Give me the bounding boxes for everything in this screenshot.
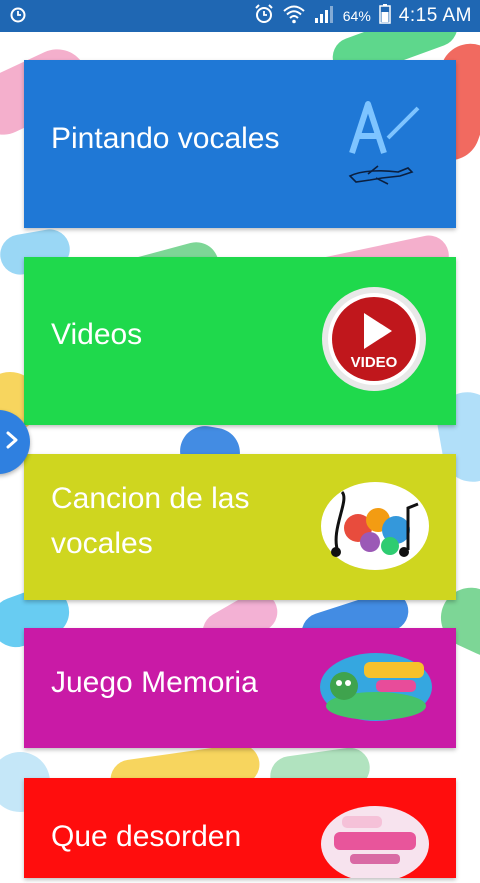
memoria-vocales-logo	[320, 650, 432, 724]
pencil-letter-a-icon	[342, 98, 426, 188]
menu-item-label: Videos	[51, 318, 143, 351]
menu-item-pintando-vocales[interactable]: Pintando vocales	[24, 60, 456, 228]
que-desorden-logo	[320, 804, 430, 882]
video-play-icon: VIDEO	[320, 285, 428, 393]
menu-item-label-line1: Cancion de las	[51, 482, 250, 515]
menu-item-label: Que desorden	[51, 820, 242, 853]
battery-icon	[379, 4, 391, 28]
menu-item-videos[interactable]: Videos VIDEO	[24, 257, 456, 425]
battery-percent: 64%	[342, 8, 371, 24]
menu-item-label: Pintando vocales	[51, 122, 280, 155]
chevron-right-icon	[4, 430, 20, 455]
menu-item-label: Juego Memoria	[51, 666, 258, 699]
menu-item-cancion-de-las-vocales[interactable]: Cancion de las vocales	[24, 454, 456, 600]
video-icon-text: VIDEO	[351, 354, 398, 371]
menu-item-label-line2: vocales	[51, 527, 153, 560]
alarm-icon	[8, 4, 28, 29]
menu-item-juego-memoria[interactable]: Juego Memoria	[24, 628, 456, 748]
status-time: 4:15 AM	[398, 5, 472, 26]
menu-item-que-desorden[interactable]: Que desorden	[24, 778, 456, 882]
music-notes-icon	[320, 480, 430, 572]
alarm-clock-icon	[253, 3, 275, 29]
signal-icon	[313, 4, 335, 28]
wifi-icon	[283, 4, 305, 28]
status-bar: 64% 4:15 AM	[0, 0, 480, 32]
